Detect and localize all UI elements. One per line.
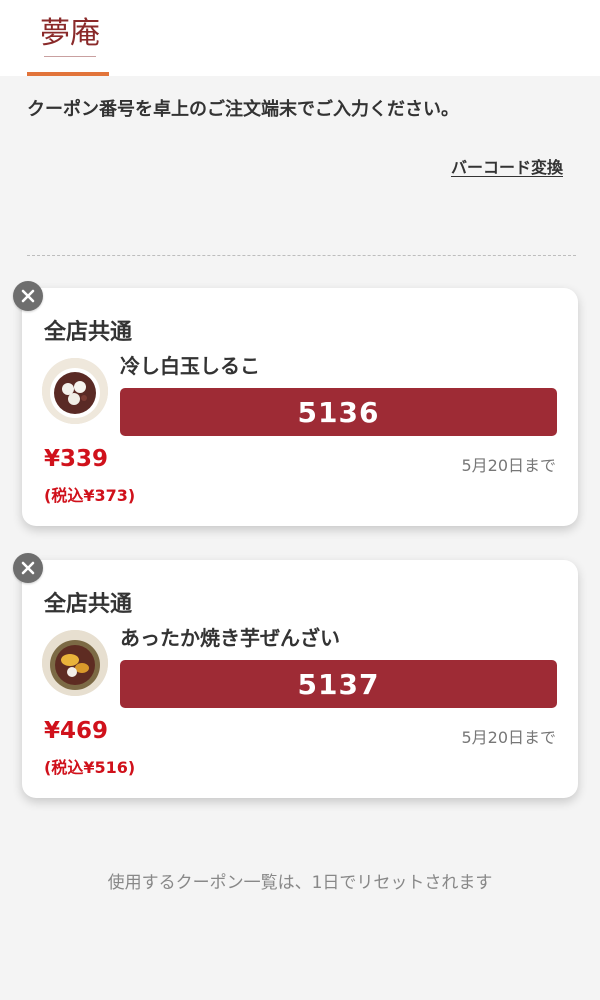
price-with-tax: (税込¥516) bbox=[44, 758, 136, 777]
store-scope-label: 全店共通 bbox=[44, 320, 133, 345]
close-icon bbox=[21, 289, 35, 303]
expiry-date: 5月20日まで bbox=[461, 728, 556, 747]
price-with-tax: (税込¥373) bbox=[44, 486, 136, 505]
close-coupon-button[interactable] bbox=[13, 281, 43, 311]
price: ¥339 bbox=[44, 446, 109, 472]
app-header: 夢庵 bbox=[0, 0, 600, 76]
coupon-card: 全店共通 冷し白玉しるこ 5136 ¥339 (税込¥373) 5月20日まで bbox=[22, 288, 578, 526]
expiry-date: 5月20日まで bbox=[461, 456, 556, 475]
item-thumbnail bbox=[42, 358, 108, 424]
item-thumbnail bbox=[42, 630, 108, 696]
reset-notice: 使用するクーポン一覧は、1日でリセットされます bbox=[107, 873, 493, 893]
shiratama-shiruko-photo bbox=[42, 358, 108, 424]
item-name: 冷し白玉しるこ bbox=[120, 354, 260, 378]
coupon-card: 全店共通 あったか焼き芋ぜんざい 5137 ¥469 (税込¥516) 5月20… bbox=[22, 560, 578, 798]
store-scope-label: 全店共通 bbox=[44, 592, 133, 617]
coupon-code: 5137 bbox=[120, 660, 557, 708]
coupon-code: 5136 bbox=[120, 388, 557, 436]
close-coupon-button[interactable] bbox=[13, 553, 43, 583]
active-tab-indicator bbox=[27, 72, 109, 76]
barcode-convert-link[interactable]: バーコード変換 bbox=[451, 154, 563, 178]
item-name: あったか焼き芋ぜんざい bbox=[120, 626, 340, 650]
brand-logo: 夢庵 bbox=[40, 16, 100, 51]
price: ¥469 bbox=[44, 718, 109, 744]
close-icon bbox=[21, 561, 35, 575]
instruction-text: クーポン番号を卓上のご注文端末でご入力ください。 bbox=[27, 99, 459, 120]
yakiimo-zenzai-photo bbox=[42, 630, 108, 696]
logo-underline bbox=[44, 56, 96, 59]
section-divider bbox=[27, 255, 576, 256]
